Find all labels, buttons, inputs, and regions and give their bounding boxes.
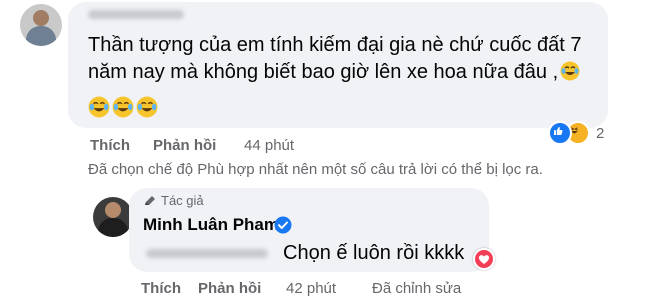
author-avatar[interactable] bbox=[93, 197, 133, 237]
tears-of-joy-emoji-icon bbox=[136, 96, 158, 118]
tears-of-joy-emoji-icon bbox=[112, 96, 134, 118]
love-reaction[interactable] bbox=[473, 248, 495, 270]
author-badge: Tác giả bbox=[143, 193, 204, 208]
commenter-avatar[interactable] bbox=[20, 4, 62, 46]
avatar-head bbox=[105, 202, 121, 218]
comment-text-content: Thần tượng của em tính kiếm đại gia nè c… bbox=[88, 34, 582, 83]
reaction-summary[interactable]: 2 bbox=[548, 121, 604, 145]
emoji-row bbox=[88, 96, 158, 118]
tears-of-joy-emoji-icon bbox=[88, 96, 110, 118]
avatar-head bbox=[33, 10, 49, 26]
author-badge-label: Tác giả bbox=[161, 193, 204, 208]
edited-label[interactable]: Đã chỉnh sửa bbox=[372, 280, 461, 297]
love-icon bbox=[475, 250, 493, 268]
like-icon bbox=[548, 121, 572, 145]
blurred-commenter-name[interactable] bbox=[88, 10, 184, 19]
verified-badge-icon bbox=[274, 216, 292, 234]
reply-button[interactable]: Phản hồi bbox=[153, 137, 216, 154]
comment-text: Thần tượng của em tính kiếm đại gia nè c… bbox=[88, 32, 593, 86]
reply-button[interactable]: Phản hồi bbox=[198, 280, 261, 297]
like-button[interactable]: Thích bbox=[141, 280, 181, 297]
reaction-count: 2 bbox=[596, 124, 605, 142]
avatar-body bbox=[98, 218, 128, 237]
reply-text: Chọn ế luôn rồi kkkk bbox=[283, 242, 465, 264]
avatar-body bbox=[26, 26, 56, 46]
reply-timestamp[interactable]: 42 phút bbox=[286, 280, 336, 297]
blurred-mention[interactable] bbox=[146, 249, 268, 258]
like-button[interactable]: Thích bbox=[90, 137, 130, 154]
filter-notice: Đã chọn chế độ Phù hợp nhất nên một số c… bbox=[88, 161, 543, 178]
comment-timestamp[interactable]: 44 phút bbox=[244, 137, 294, 154]
tears-of-joy-emoji-icon bbox=[560, 61, 580, 81]
author-name[interactable]: Minh Luân Pham bbox=[143, 215, 279, 235]
pen-icon bbox=[145, 195, 155, 205]
